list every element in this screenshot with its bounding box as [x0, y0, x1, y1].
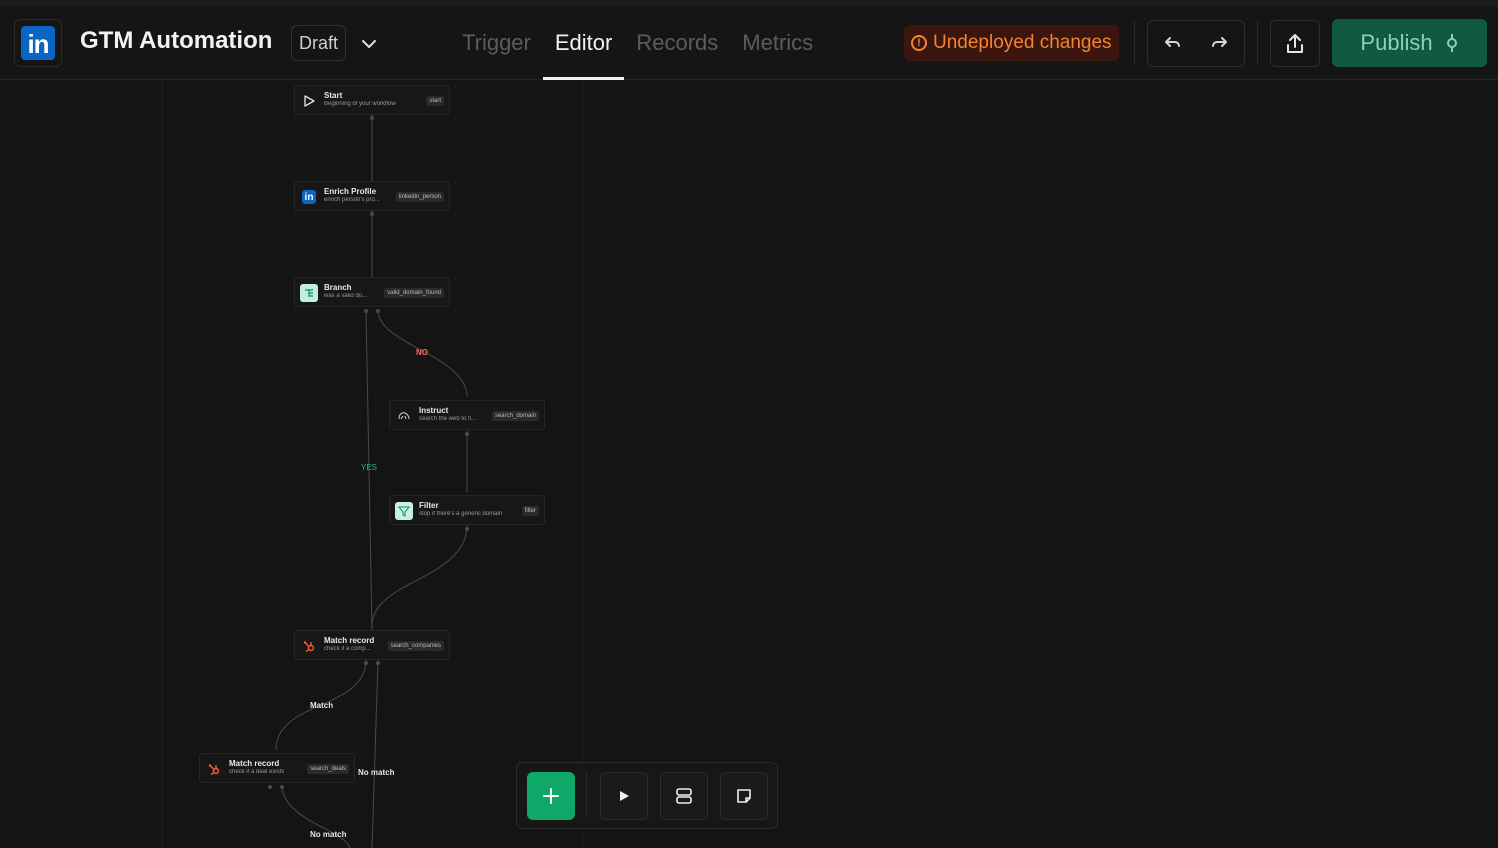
node-tag: search_deals [307, 764, 349, 774]
node-subtitle: stop if there's a generic domain [419, 511, 503, 517]
node-enrich-profile[interactable]: in Enrich Profile enrich person's pro...… [294, 181, 450, 211]
hubspot-icon [300, 637, 318, 655]
node-tag: start [426, 96, 444, 106]
node-tag: linkedin_person [395, 192, 444, 202]
ai-agent-icon [395, 407, 413, 425]
node-branch[interactable]: Branch was a valid do... valid_domain_fo… [294, 277, 450, 307]
workflow-edges [268, 114, 469, 848]
play-icon [300, 92, 318, 110]
sticky-note-icon [737, 789, 751, 803]
divider [586, 772, 587, 818]
node-title: Start [324, 91, 343, 100]
filter-icon [395, 502, 413, 520]
node-subtitle: search the web to fi... [419, 416, 477, 422]
note-button[interactable] [720, 772, 768, 820]
add-node-button[interactable] [527, 772, 575, 820]
node-tag: search_companies [387, 641, 444, 651]
node-subtitle: Beginning of your workflow [324, 101, 396, 107]
edge-filter-match [371, 524, 468, 627]
node-match-company[interactable]: Match record check if a comp... search_c… [294, 630, 450, 660]
node-subtitle: check if a comp... [324, 646, 371, 652]
edge-label-no: NO [416, 348, 428, 357]
node-tag: valid_domain_found [384, 288, 444, 298]
edge-label-match: Match [310, 701, 334, 710]
node-title: Enrich Profile [324, 187, 377, 196]
branch-icon [300, 284, 318, 302]
node-title: Match record [229, 759, 280, 768]
node-instruct[interactable]: Instruct search the web to fi... search_… [389, 400, 545, 430]
edge-label-yes: YES [361, 463, 378, 472]
plus-icon [543, 788, 559, 804]
node-title: Branch [324, 283, 352, 292]
edge-label-no-match: No match [310, 830, 347, 839]
node-subtitle: enrich person's pro... [324, 197, 380, 203]
linkedin-icon: in [302, 190, 316, 204]
node-tag: filter [521, 506, 539, 516]
node-match-deal[interactable]: Match record check if a deal exists sear… [199, 753, 355, 783]
stack-icon [676, 788, 692, 804]
node-subtitle: check if a deal exists [229, 769, 285, 775]
node-subtitle: was a valid do... [324, 293, 368, 299]
edge-label-no-match: No match [358, 768, 395, 777]
run-button[interactable] [600, 772, 648, 820]
layout-button[interactable] [660, 772, 708, 820]
node-start[interactable]: Start Beginning of your workflow start [294, 85, 450, 115]
hubspot-icon [205, 760, 223, 778]
edge-company-nomatch [371, 659, 379, 848]
node-filter[interactable]: Filter stop if there's a generic domain … [389, 495, 545, 525]
node-title: Instruct [419, 406, 449, 415]
play-icon [620, 791, 629, 801]
node-title: Match record [324, 636, 375, 645]
node-tag: search_domain [491, 411, 539, 421]
node-title: Filter [419, 501, 439, 510]
